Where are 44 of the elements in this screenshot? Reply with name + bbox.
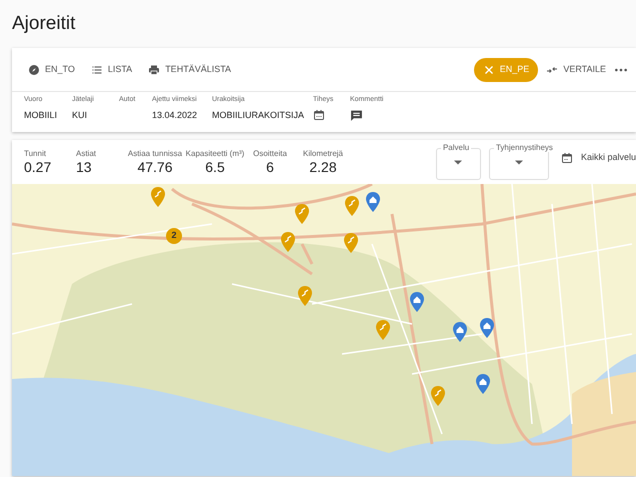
stat-label: Osoitteita: [252, 148, 288, 160]
compass-icon: [28, 64, 40, 76]
caret-icon: [454, 160, 462, 165]
calendar-icon[interactable]: [560, 152, 573, 164]
house-pin-icon[interactable]: [480, 318, 494, 338]
map-pin-icon[interactable]: [295, 204, 309, 224]
map-pin-icon[interactable]: [344, 233, 358, 253]
map-pin-icon[interactable]: [151, 187, 165, 207]
comment-icon[interactable]: [350, 108, 363, 122]
date-filter-value[interactable]: Kaikki palvelu: [580, 151, 636, 164]
list-button[interactable]: LISTA: [82, 58, 140, 80]
field-value: KUI: [72, 108, 88, 122]
stat-value: 6.5: [204, 160, 226, 176]
page-title: Ajoreitit: [12, 12, 76, 36]
compare-button[interactable]: VERTAILE: [538, 58, 614, 80]
select-field[interactable]: Palvelu: [436, 144, 481, 180]
stat-value: 47.76: [136, 160, 174, 176]
field-value: MOBIILIURAKOITSIJA: [212, 108, 306, 122]
stat-label: Kapasiteetti (m³): [184, 148, 246, 160]
stat-value: 6: [265, 160, 275, 176]
house-pin-icon[interactable]: [476, 374, 490, 394]
house-pin-icon[interactable]: [453, 322, 467, 342]
house-pin-icon[interactable]: [410, 292, 424, 312]
stat-value: 13: [76, 160, 93, 176]
print-button[interactable]: TEHTÄVÄLISTA: [140, 58, 240, 80]
field-value: MOBIILI: [24, 108, 58, 122]
calendar-icon[interactable]: [313, 109, 325, 122]
stat-label: Astiaa tunnissa: [126, 148, 184, 160]
printer-icon: [148, 64, 160, 76]
stat-label: Tunnit: [24, 148, 47, 160]
map-pin-icon[interactable]: [281, 232, 295, 252]
map-pin-icon[interactable]: [345, 196, 359, 216]
close-icon[interactable]: [482, 64, 495, 76]
stat-value: 2.28: [308, 160, 338, 176]
stat-label: Astiat: [76, 148, 98, 160]
map-pin-icon[interactable]: [376, 320, 390, 340]
map-pin-icon[interactable]: [298, 286, 312, 306]
field-value: 13.04.2022: [152, 108, 198, 122]
stat-value: 0.27: [24, 160, 52, 176]
caret-icon: [514, 160, 523, 165]
stat-label: Kilometrejä: [302, 148, 344, 160]
compass-button[interactable]: EN_TO: [20, 58, 83, 80]
house-pin-icon[interactable]: [366, 192, 380, 212]
map-pin-icon[interactable]: [431, 386, 445, 406]
